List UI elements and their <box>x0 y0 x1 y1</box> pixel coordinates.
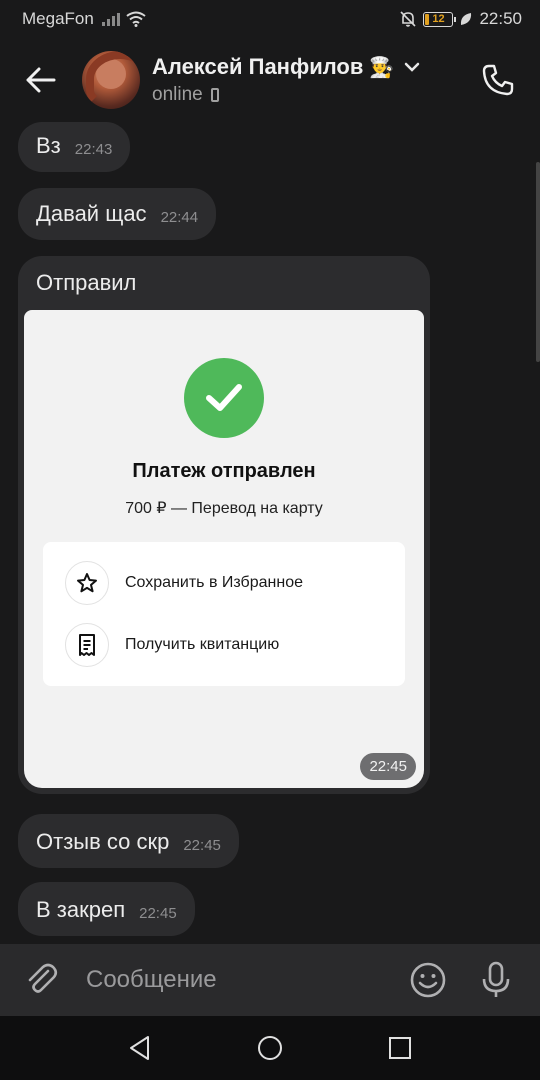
receipt-icon <box>65 623 109 667</box>
message-input[interactable] <box>86 966 406 994</box>
message-text: В закреп <box>36 897 126 922</box>
composer <box>0 944 540 1016</box>
nav-back-button[interactable] <box>120 1028 160 1068</box>
action-label: Получить квитанцию <box>125 636 280 653</box>
leaf-icon <box>461 13 472 25</box>
mobile-device-icon <box>210 88 219 102</box>
message-text: Отправил <box>36 270 137 295</box>
mute-bell-icon <box>400 11 417 27</box>
chef-emoji: 👨‍🍳 <box>369 56 395 79</box>
nav-home-button[interactable] <box>250 1028 290 1068</box>
message-list[interactable]: Вз 22:43 Давай щас 22:44 Отправил Платеж… <box>0 122 540 944</box>
chat-header: Алексей Панфилов 👨‍🍳 online <box>0 38 540 122</box>
voice-message-button[interactable] <box>474 958 518 1002</box>
phone-icon <box>482 64 514 96</box>
message-text: Вз <box>36 133 61 158</box>
message-time: 22:45 <box>360 753 416 780</box>
message-bubble-payment[interactable]: Отправил Платеж отправлен 700 ₽ — Перево… <box>18 256 430 794</box>
emoji-button[interactable] <box>406 958 450 1002</box>
status-time: 22:50 <box>479 9 522 28</box>
payment-screenshot[interactable]: Платеж отправлен 700 ₽ — Перевод на карт… <box>24 310 424 788</box>
battery-icon: 12 <box>423 11 457 27</box>
carrier-name: MegaFon <box>22 9 94 28</box>
message-time: 22:44 <box>160 209 199 226</box>
paperclip-icon <box>28 963 58 993</box>
avatar[interactable] <box>82 51 140 109</box>
wifi-icon <box>126 11 146 27</box>
message-time: 22:43 <box>74 141 113 158</box>
signal-icon <box>101 12 120 26</box>
message-time: 22:45 <box>183 837 221 854</box>
nav-recents-button[interactable] <box>380 1028 420 1068</box>
message-text: Давай щас <box>36 201 147 226</box>
call-button[interactable] <box>476 58 520 102</box>
battery-level: 12 <box>432 13 445 25</box>
get-receipt-action: Получить квитанцию <box>43 614 405 676</box>
square-recents-icon <box>389 1037 411 1059</box>
back-button[interactable] <box>0 38 82 122</box>
scrollbar[interactable] <box>536 162 540 362</box>
attach-button[interactable] <box>20 958 64 1002</box>
save-favorite-action: Сохранить в Избранное <box>43 552 405 614</box>
action-label: Сохранить в Избранное <box>125 574 303 591</box>
contact-name: Алексей Панфилов <box>152 54 364 79</box>
message-bubble[interactable]: Вз 22:43 <box>18 122 131 172</box>
star-icon <box>65 561 109 605</box>
message-bubble[interactable]: Давай щас 22:44 <box>18 188 217 240</box>
circle-home-icon <box>258 1036 282 1060</box>
smiley-icon <box>410 962 446 998</box>
message-bubble[interactable]: Отзыв со скр 22:45 <box>18 814 239 868</box>
contact-status: online <box>152 84 203 105</box>
message-bubble[interactable]: В закреп 22:45 <box>18 882 195 936</box>
triangle-back-icon <box>130 1036 149 1060</box>
system-nav-bar <box>0 1016 540 1080</box>
payment-subtitle: 700 ₽ — Перевод на карту <box>125 500 323 517</box>
chevron-down-icon[interactable] <box>404 62 420 72</box>
message-text: Отзыв со скр <box>36 829 170 854</box>
microphone-icon <box>482 961 510 997</box>
success-check-icon <box>184 358 264 438</box>
status-bar: MegaFon 12 22:50 <box>0 0 540 38</box>
arrow-left-icon <box>26 67 56 93</box>
message-time: 22:45 <box>139 905 177 922</box>
payment-actions: Сохранить в Избранное Получить квитанцию <box>43 542 405 686</box>
contact-info[interactable]: Алексей Панфилов 👨‍🍳 online <box>152 54 420 106</box>
payment-title: Платеж отправлен <box>132 460 316 482</box>
